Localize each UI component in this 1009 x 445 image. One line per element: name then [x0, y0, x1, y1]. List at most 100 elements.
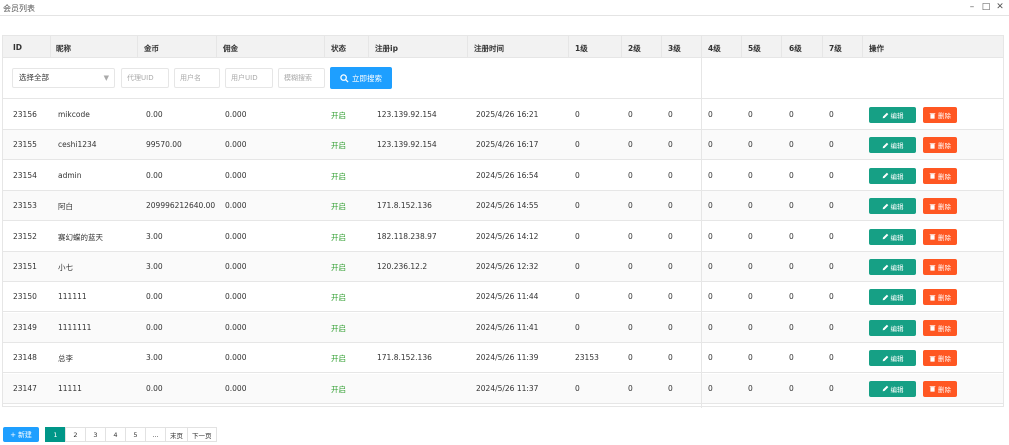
agent-uid-input[interactable]: [121, 68, 169, 88]
cell-level-3: 0: [668, 322, 673, 332]
page-link[interactable]: 2: [65, 427, 86, 442]
cell-level-7: 0: [829, 292, 834, 302]
fuzzy-search-input[interactable]: [278, 68, 325, 88]
cell-level-1: 0: [575, 110, 580, 119]
cell-id: 23149: [13, 322, 37, 332]
cell-status: 开启: [331, 384, 346, 394]
cell-reg-time: 2024/5/26 11:41: [476, 322, 539, 332]
edit-button[interactable]: 编辑: [869, 380, 916, 397]
edit-button[interactable]: 编辑: [869, 289, 916, 306]
edit-button[interactable]: 编辑: [869, 319, 916, 336]
edit-button[interactable]: 编辑: [869, 198, 916, 215]
cell-level-2: 0: [628, 231, 633, 241]
cell-reg-time: 2024/5/26 14:12: [476, 231, 539, 241]
pencil-icon: [882, 264, 888, 270]
delete-button[interactable]: 删除: [923, 259, 957, 275]
page-link[interactable]: 下一页: [187, 427, 217, 442]
search-icon: [340, 73, 349, 83]
delete-button[interactable]: 删除: [923, 107, 957, 123]
cell-id: 23155: [13, 140, 37, 150]
cell-level-7: 0: [829, 110, 834, 119]
delete-button-label: 删除: [938, 385, 951, 394]
cell-commission: 0.000: [225, 110, 247, 119]
cell-reg-ip: 182.118.238.97: [377, 231, 437, 241]
edit-button[interactable]: 编辑: [869, 350, 916, 367]
cell-level-5: 0: [748, 110, 753, 119]
delete-button[interactable]: 删除: [923, 137, 957, 154]
delete-button[interactable]: 删除: [923, 228, 957, 245]
cell-gold: 209996212640.00: [146, 201, 216, 211]
page-link[interactable]: 5: [125, 427, 146, 442]
delete-button[interactable]: 删除: [923, 319, 957, 336]
edit-button[interactable]: 编辑: [869, 137, 916, 154]
search-button[interactable]: 立即搜索: [330, 67, 392, 89]
col-id: ID: [13, 43, 23, 52]
cell-level-2: 0: [628, 383, 633, 393]
cell-level-1: 0: [575, 322, 580, 332]
add-button-label: 新建: [17, 430, 32, 439]
maximize-icon[interactable]: □: [981, 2, 991, 12]
trash-icon: [929, 173, 936, 179]
edit-button[interactable]: 编辑: [869, 107, 916, 123]
minimize-icon[interactable]: –: [967, 2, 977, 12]
page-ellipsis: ...: [145, 427, 166, 442]
cell-gold: 3.00: [146, 231, 163, 241]
delete-button[interactable]: 删除: [923, 167, 957, 184]
cell-reg-time: 2025/4/26 16:17: [476, 140, 539, 150]
cell-level-2: 0: [628, 292, 633, 302]
edit-button[interactable]: 编辑: [869, 167, 916, 184]
table-footer: + 新建 1 2 3 4 5... 末页 下一页: [0, 424, 1009, 445]
cell-nickname: 11111: [58, 383, 82, 393]
cell-commission: 0.000: [225, 262, 247, 271]
cell-level-6: 0: [789, 231, 794, 241]
cell-reg-time: 2024/5/26 11:44: [476, 292, 539, 302]
cell-id: 23154: [13, 170, 37, 180]
col-actions: 操作: [869, 44, 884, 53]
table-row: 23152 赛幻蝶的蓝天 3.00 0.000 开启 182.118.238.97 2024…: [3, 222, 1003, 252]
cell-commission: 0.000: [225, 383, 247, 393]
page-link[interactable]: 3: [85, 427, 106, 442]
trash-icon: [929, 294, 936, 301]
delete-button-label: 删除: [938, 172, 951, 181]
page-link[interactable]: 4: [105, 427, 126, 442]
cell-reg-ip: 123.139.92.154: [377, 110, 437, 119]
cell-level-5: 0: [748, 140, 753, 150]
col-status: 状态: [331, 44, 346, 53]
cell-level-3: 0: [668, 262, 673, 271]
edit-button[interactable]: 编辑: [869, 259, 916, 275]
delete-button[interactable]: 删除: [923, 380, 957, 397]
page-link[interactable]: 末页: [165, 427, 188, 442]
cell-nickname: 赛幻蝶的蓝天: [58, 232, 103, 242]
delete-button[interactable]: 删除: [923, 350, 957, 367]
cell-id: 23147: [13, 383, 37, 393]
edit-button[interactable]: 编辑: [869, 228, 916, 245]
delete-button-label: 删除: [938, 294, 951, 303]
cell-level-3: 0: [668, 292, 673, 302]
cell-status: 开启: [331, 111, 346, 120]
cell-level-4: 0: [708, 140, 713, 150]
pencil-icon: [882, 203, 888, 209]
cell-reg-ip: 171.8.152.136: [377, 201, 432, 211]
edit-button-label: 编辑: [890, 385, 904, 394]
table-row: 23153 阿白 209996212640.00 0.000 开启 171.8.152.1…: [3, 191, 1003, 222]
cell-level-6: 0: [789, 110, 794, 119]
cell-commission: 0.000: [225, 170, 247, 180]
member-table: ID 昵称 金币 佣金 状态 注册ip 注册时间 1级 2级 3级 4级 5级 …: [2, 35, 1004, 408]
pencil-icon: [882, 355, 888, 361]
page-link[interactable]: 1: [45, 427, 66, 442]
username-input[interactable]: [174, 68, 220, 88]
cell-reg-ip: 123.139.92.154: [377, 140, 437, 150]
trash-icon: [929, 142, 936, 149]
status-select[interactable]: 选择全部 ▼: [12, 68, 115, 88]
close-icon[interactable]: ✕: [995, 2, 1005, 12]
add-member-button[interactable]: + 新建: [3, 427, 39, 442]
user-uid-input[interactable]: [225, 68, 273, 88]
cell-level-1: 0: [575, 201, 580, 211]
delete-button[interactable]: 删除: [923, 198, 957, 215]
cell-nickname: 总李: [58, 354, 73, 364]
cell-reg-time: 2024/5/26 16:54: [476, 170, 539, 180]
delete-button[interactable]: 删除: [923, 289, 957, 306]
cell-level-6: 0: [789, 170, 794, 180]
table-row: 23154 admin 0.00 0.000 开启 2024/5/26 16:54 0 0 0 0…: [3, 161, 1003, 191]
cell-level-4: 0: [708, 383, 713, 393]
